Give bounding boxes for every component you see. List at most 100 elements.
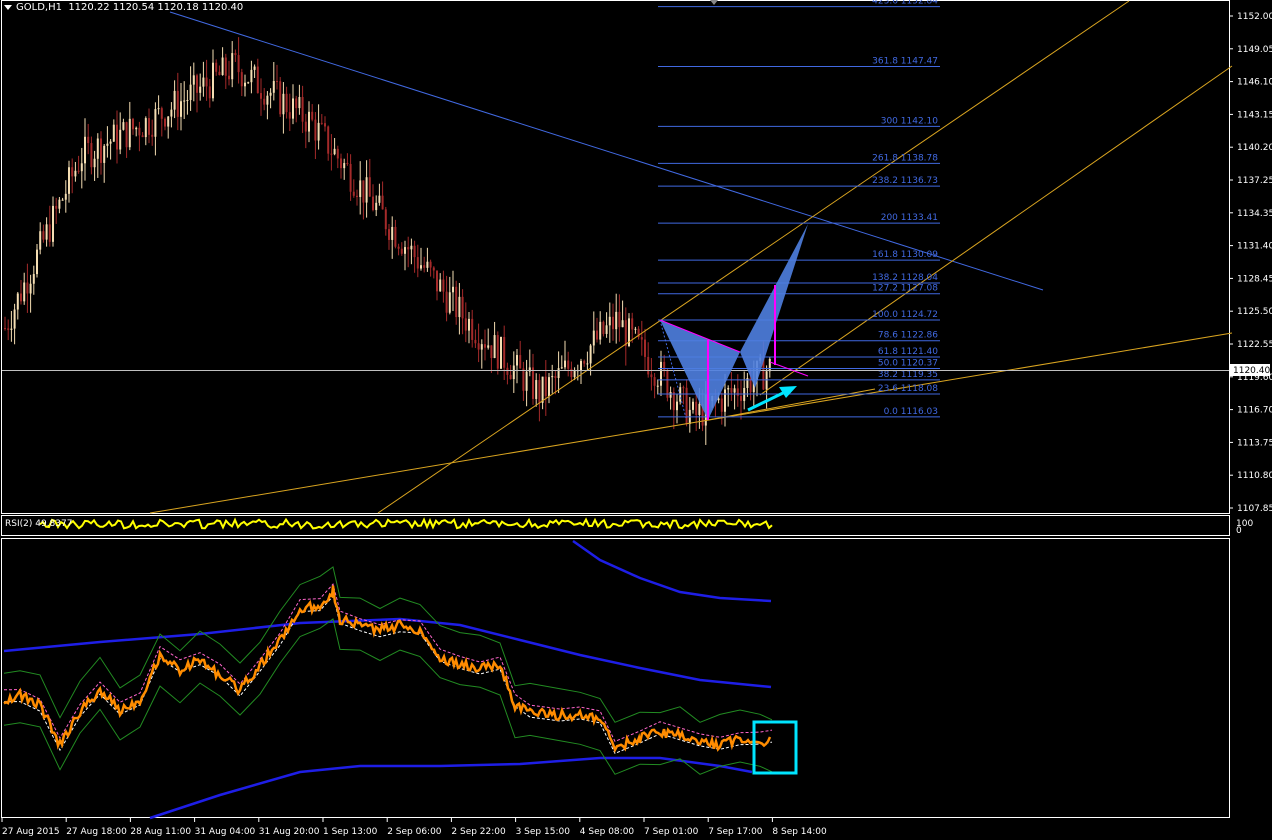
price-tick-label: 1125.50	[1237, 307, 1272, 317]
candle-body	[295, 98, 298, 109]
time-tick-label: 31 Aug 04:00	[195, 827, 256, 837]
candle-body	[308, 111, 310, 132]
candle-body	[279, 81, 282, 115]
candle-body	[349, 163, 352, 192]
candle-body	[320, 122, 323, 124]
candle-body	[381, 195, 384, 210]
candle-body	[557, 368, 560, 379]
candle-body	[103, 145, 106, 163]
candle-body	[71, 167, 74, 177]
fib-level-label: 23.6 1118.08	[878, 384, 938, 394]
candle-body	[356, 195, 358, 197]
candle-body	[653, 377, 656, 386]
candle-body	[442, 279, 445, 292]
candle-body	[266, 95, 269, 105]
price-tick-label: 1131.40	[1237, 242, 1272, 252]
candle-body	[490, 345, 493, 359]
candle-body	[720, 398, 723, 412]
candle-body	[231, 53, 234, 80]
candle-body	[7, 328, 10, 330]
candle-body	[39, 231, 42, 250]
candle-body	[256, 66, 259, 94]
candle-body	[292, 98, 294, 119]
candle-body	[10, 328, 13, 330]
fib-level-label: 423.6 1152.84	[872, 0, 938, 7]
candle-body	[144, 118, 147, 138]
candle-body	[471, 318, 474, 340]
candle-body	[301, 97, 304, 122]
candle-body	[186, 99, 189, 101]
candle-body	[458, 296, 461, 318]
candle-body	[112, 124, 115, 142]
candle-body	[42, 231, 45, 240]
candle-body	[439, 279, 442, 292]
candle-body	[672, 392, 675, 411]
candle-body	[634, 328, 637, 330]
candle-body	[365, 177, 368, 203]
time-tick-label: 27 Aug 2015	[2, 827, 60, 837]
candle-body	[503, 336, 506, 368]
candle-body	[237, 55, 240, 73]
fib-level-label: 100.0 1124.72	[872, 310, 938, 320]
candle-body	[205, 77, 208, 87]
candle-body	[586, 363, 589, 365]
candle-body	[327, 126, 330, 154]
candle-body	[304, 121, 307, 132]
candle-body	[685, 387, 688, 425]
candle-body	[84, 136, 86, 164]
candle-body	[336, 148, 339, 159]
candle-body	[368, 177, 371, 197]
candle-body	[173, 90, 176, 110]
candle-body	[314, 119, 317, 141]
candle-body	[727, 387, 730, 390]
time-tick-label: 8 Sep 14:00	[772, 827, 827, 837]
candle-body	[285, 93, 288, 113]
candle-body	[96, 138, 99, 159]
candle-body	[551, 376, 554, 378]
fib-level-label: 127.2 1127.08	[872, 284, 938, 294]
candle-body	[544, 376, 547, 397]
candle-body	[388, 229, 390, 240]
candle-body	[592, 330, 595, 346]
candle-body	[234, 53, 237, 56]
candle-body	[397, 246, 400, 249]
candle-body	[359, 180, 362, 197]
time-tick-label: 2 Sep 06:00	[387, 827, 442, 837]
candle-body	[519, 355, 522, 369]
candle-body	[522, 368, 525, 391]
candle-body	[429, 261, 432, 268]
candle-body	[448, 292, 451, 313]
candle-body	[362, 180, 365, 203]
candle-body	[768, 359, 771, 372]
rsi-scale-bottom: 0	[1236, 526, 1242, 536]
candle-body	[20, 293, 22, 302]
candle-body	[64, 193, 67, 200]
candle-body	[375, 202, 378, 211]
candle-body	[580, 360, 582, 371]
candle-body	[432, 267, 435, 271]
dropdown-arrow-icon[interactable]	[4, 4, 12, 10]
candle-body	[240, 72, 243, 87]
candle-body	[644, 339, 646, 357]
candle-body	[410, 245, 413, 250]
candle-body	[183, 100, 186, 102]
candle-body	[724, 389, 726, 412]
fib-level-label: 78.6 1122.86	[878, 331, 938, 341]
symbol-label: GOLD,H1	[16, 2, 62, 13]
chart-canvas[interactable]: 423.6 1152.84 361.8 1147.47 300 1142.10 261…	[0, 0, 1272, 840]
candle-body	[647, 356, 650, 375]
price-tick-label: 1134.35	[1237, 209, 1272, 219]
candle-body	[160, 108, 163, 119]
candle-body	[525, 371, 528, 391]
candle-body	[730, 387, 733, 393]
candle-body	[663, 361, 666, 371]
candle-body	[404, 247, 406, 254]
candle-body	[468, 318, 470, 331]
time-tick-label: 7 Sep 17:00	[708, 827, 763, 837]
candle-body	[621, 320, 624, 328]
candle-body	[250, 69, 253, 83]
fib-level-label: 161.8 1130.09	[872, 250, 938, 260]
candle-body	[311, 111, 314, 120]
candle-body	[436, 270, 438, 292]
candle-body	[132, 118, 134, 130]
